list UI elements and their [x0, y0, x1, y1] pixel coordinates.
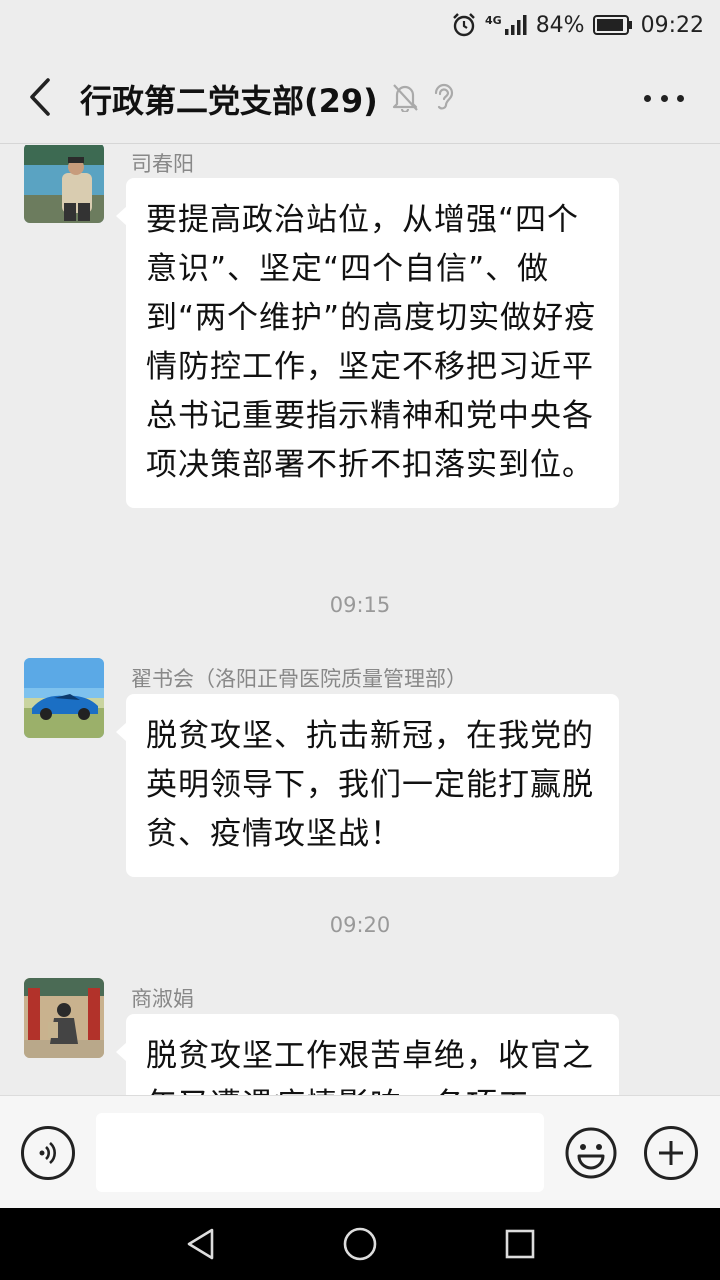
sender-avatar[interactable]: [24, 145, 104, 223]
battery-icon: [592, 14, 633, 36]
sender-avatar[interactable]: [24, 978, 104, 1058]
back-icon: [30, 78, 50, 116]
status-bar: 4G 84% 09:22: [0, 0, 720, 50]
sender-name: 商淑娟: [131, 987, 194, 1011]
nav-home-icon: [343, 1227, 377, 1261]
chat-title: 行政第二党支部(29): [80, 82, 378, 120]
message-bubble[interactable]: 脱贫攻坚工作艰苦卓绝，收官之年又遭遇疫情影响，各项工: [116, 1014, 619, 1095]
system-nav-bar: [0, 1208, 720, 1280]
sender-name: 翟书会（洛阳正骨医院质量管理部）: [131, 667, 467, 691]
more-functions-button[interactable]: [644, 1126, 698, 1180]
input-bar: [0, 1095, 720, 1208]
ear-icon: [431, 82, 457, 116]
more-button[interactable]: [644, 86, 684, 110]
avatar-blue-car: [24, 658, 104, 738]
battery-percent: 84%: [535, 12, 585, 38]
nav-back-button[interactable]: [182, 1226, 218, 1262]
more-icon: [644, 94, 651, 102]
plus-icon: [659, 1141, 683, 1165]
back-button[interactable]: [18, 72, 62, 122]
message-timestamp: 09:15: [329, 593, 391, 617]
mute-icon: [391, 82, 419, 116]
message-bubble[interactable]: 脱贫攻坚、抗击新冠，在我党的英明领导下，我们一定能打赢脱贫、疫情攻坚战！: [116, 694, 619, 877]
chat-header: 行政第二党支部(29): [0, 50, 720, 144]
avatar-temple-woman: [24, 978, 104, 1058]
emoji-button[interactable]: [564, 1126, 618, 1180]
voice-button[interactable]: [21, 1126, 75, 1180]
sender-avatar[interactable]: [24, 658, 104, 738]
nav-recent-icon: [505, 1229, 535, 1259]
message-timestamp: 09:20: [329, 913, 391, 937]
voice-icon: [39, 1142, 56, 1164]
sender-name: 司春阳: [131, 152, 194, 176]
network-type: 4G: [485, 13, 502, 27]
message-bubble[interactable]: 要提高政治站位，从增强“四个意识”、坚定“四个自信”、做到“两个维护”的高度切实…: [116, 178, 619, 508]
alarm-icon: [451, 12, 477, 38]
message-list[interactable]: 司春阳 要提高政治站位，从增强“四个意识”、坚定“四个自信”、做到“两个维护”的…: [0, 145, 720, 1095]
nav-recent-button[interactable]: [502, 1226, 538, 1262]
signal-icon: [504, 14, 528, 36]
emoji-icon: [565, 1127, 617, 1179]
clock: 09:22: [640, 12, 704, 38]
message-input[interactable]: [96, 1113, 544, 1192]
avatar-man-lake: [24, 145, 104, 223]
nav-home-button[interactable]: [342, 1226, 378, 1262]
nav-back-icon: [187, 1228, 214, 1260]
